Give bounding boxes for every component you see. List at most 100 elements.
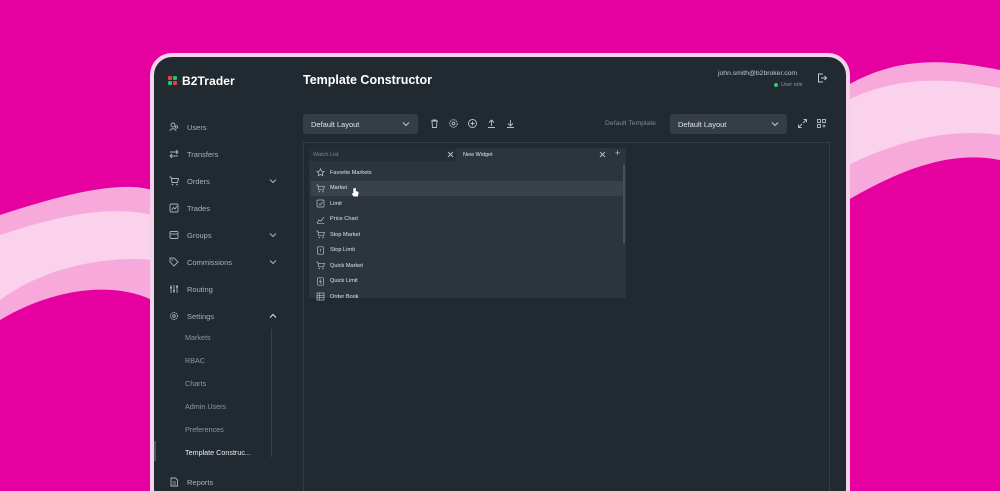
tab-watch-list[interactable]: Watch List — [309, 148, 456, 161]
user-email[interactable]: john.smith@b2broker.com — [718, 70, 797, 77]
fullscreen-icon[interactable] — [797, 118, 808, 129]
submenu-divider — [271, 329, 272, 457]
report-icon — [168, 477, 179, 488]
chevron-down-icon — [402, 122, 410, 127]
user-role: User role — [774, 82, 803, 88]
book-icon — [316, 292, 325, 301]
folder-icon — [168, 230, 179, 241]
sidebar-item-label: Users — [187, 122, 207, 132]
chevron-down-icon — [771, 122, 779, 127]
layout-select[interactable]: Default Layout — [303, 114, 418, 134]
submenu-item-preferences[interactable]: Preferences — [185, 425, 224, 434]
submenu-item-admin-users[interactable]: Admin Users — [185, 402, 226, 411]
list-item-quick-limit[interactable]: Quick Limit — [311, 274, 623, 290]
device-frame: B2Trader Users Transfers Orders Trades G… — [150, 53, 850, 491]
list-item-price-chart[interactable]: Price Chart — [311, 212, 623, 228]
sidebar-item-orders[interactable]: Orders — [168, 174, 278, 188]
list-item-label: Order Book — [330, 293, 359, 300]
add-widget-icon[interactable] — [816, 118, 827, 129]
cart-icon — [316, 230, 325, 239]
list-item-quick-market[interactable]: Quick Market — [311, 258, 623, 274]
layout-select-value: Default Layout — [311, 119, 360, 129]
sidebar-item-trades[interactable]: Trades — [168, 201, 278, 215]
sidebar-item-groups[interactable]: Groups — [168, 228, 278, 242]
sidebar-item-routing[interactable]: Routing — [168, 282, 278, 296]
sidebar-item-commissions[interactable]: Commissions — [168, 255, 278, 269]
template-select[interactable]: Default Layout — [670, 114, 787, 134]
tag-icon — [168, 257, 179, 268]
widget-tab-bar: Watch List New Widget + — [309, 148, 626, 161]
sidebar-item-label: Settings — [187, 311, 215, 321]
template-select-value: Default Layout — [678, 119, 727, 129]
submenu-item-charts[interactable]: Charts — [185, 379, 206, 388]
submenu-item-markets[interactable]: Markets — [185, 333, 211, 342]
list-item-label: Limit — [330, 200, 342, 207]
quick-icon — [317, 277, 324, 286]
close-icon[interactable] — [447, 151, 454, 158]
sidebar-item-reports[interactable]: Reports — [168, 475, 278, 489]
online-status-icon — [774, 83, 778, 87]
delete-icon[interactable] — [429, 118, 440, 129]
list-item-label: Market — [330, 185, 348, 192]
chevron-up-icon[interactable] — [268, 311, 278, 321]
cart-icon — [168, 176, 179, 187]
download-icon[interactable] — [505, 118, 516, 129]
tab-label: Watch List — [313, 151, 339, 158]
widget-panel[interactable]: Watch List New Widget + Favorite Markets — [309, 148, 626, 301]
gear-icon — [168, 311, 179, 322]
tab-new-widget[interactable]: New Widget — [459, 148, 612, 161]
list-item-label: Stop Market — [330, 231, 361, 238]
star-icon — [316, 168, 325, 177]
sidebar-item-label: Routing — [187, 284, 213, 294]
chart-icon — [168, 203, 179, 214]
routing-icon — [168, 284, 179, 295]
list-item-order-book[interactable]: Order Book — [311, 289, 623, 305]
sidebar-item-users[interactable]: Users — [168, 120, 278, 134]
transfer-icon — [168, 149, 179, 160]
submenu-item-rbac[interactable]: RBAC — [185, 356, 205, 365]
widget-list: Favorite Markets Market Limit Price Char… — [311, 165, 623, 305]
list-item-stop-market[interactable]: Stop Market — [311, 227, 623, 243]
app-screen: B2Trader Users Transfers Orders Trades G… — [154, 57, 846, 491]
add-circle-icon[interactable] — [467, 118, 478, 129]
list-item-limit[interactable]: Limit — [311, 196, 623, 212]
submenu-item-template-constructor[interactable]: Template Construc... — [185, 448, 251, 457]
sidebar-item-label: Transfers — [187, 149, 219, 159]
user-role-label: User role — [781, 82, 803, 88]
list-item-label: Favorite Markets — [330, 169, 372, 176]
app-name: B2Trader — [182, 74, 235, 88]
template-label: Default Template — [605, 120, 656, 127]
list-item-label: Quick Market — [330, 262, 363, 269]
cart-icon — [316, 184, 325, 192]
chevron-down-icon[interactable] — [268, 257, 278, 267]
sidebar-item-label: Orders — [187, 176, 210, 186]
active-indicator — [154, 441, 156, 461]
tab-label: New Widget — [463, 151, 493, 158]
sidebar-item-transfers[interactable]: Transfers — [168, 147, 278, 161]
sidebar: B2Trader Users Transfers Orders Trades G… — [154, 57, 286, 491]
line-chart-icon — [316, 216, 325, 224]
chevron-down-icon[interactable] — [268, 176, 278, 186]
logout-icon[interactable] — [816, 72, 828, 84]
sidebar-item-label: Commissions — [187, 257, 233, 267]
chevron-down-icon[interactable] — [268, 230, 278, 240]
sidebar-item-settings[interactable]: Settings — [168, 309, 278, 323]
hand-cursor-icon — [352, 187, 360, 198]
list-scrollbar[interactable] — [623, 165, 625, 243]
stop-icon — [317, 246, 324, 255]
cart-icon — [316, 261, 325, 270]
list-item-label: Price Chart — [330, 216, 358, 223]
sidebar-item-label: Reports — [187, 477, 214, 487]
list-item-favorite-markets[interactable]: Favorite Markets — [311, 165, 623, 181]
upload-icon[interactable] — [486, 118, 497, 129]
list-item-label: Stop Limit — [330, 247, 355, 254]
close-icon[interactable] — [599, 151, 606, 158]
app-logo[interactable]: B2Trader — [168, 74, 235, 88]
add-tab-button[interactable]: + — [615, 148, 620, 158]
list-item-label: Quick Limit — [330, 278, 358, 285]
sidebar-item-label: Groups — [187, 230, 212, 240]
users-icon — [168, 122, 179, 133]
settings-icon[interactable] — [448, 118, 459, 129]
list-item-stop-limit[interactable]: Stop Limit — [311, 243, 623, 259]
page-title: Template Constructor — [303, 73, 432, 87]
